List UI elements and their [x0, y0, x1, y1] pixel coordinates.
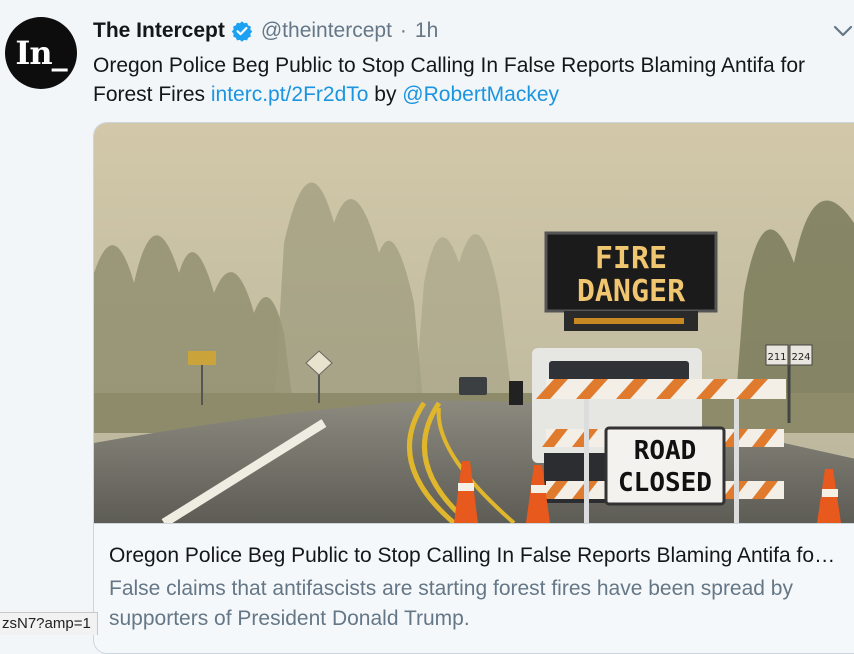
- tweet-header: The Intercept @theintercept · 1h: [93, 16, 438, 46]
- avatar-text: In_: [15, 34, 67, 72]
- card-title: Oregon Police Beg Public to Stop Calling…: [109, 544, 837, 567]
- timestamp[interactable]: 1h: [415, 19, 438, 43]
- card-body: Oregon Police Beg Public to Stop Calling…: [94, 523, 854, 653]
- tweet-text: Oregon Police Beg Public to Stop Calling…: [93, 51, 843, 109]
- display-name[interactable]: The Intercept: [93, 19, 225, 43]
- route-sign-right: 224: [791, 352, 810, 363]
- separator-dot: ·: [399, 19, 407, 42]
- tweet-by: by: [368, 83, 403, 106]
- sign-line-1: FIRE: [595, 241, 667, 276]
- road-sign-line-1: ROAD: [634, 436, 697, 466]
- card-description: False claims that antifascists are start…: [109, 577, 793, 630]
- avatar[interactable]: In_: [5, 17, 77, 89]
- status-bar-url: zsN7?amp=1: [0, 612, 98, 635]
- verified-badge-icon: [231, 21, 253, 42]
- link-card[interactable]: 211 224 FIRE DANGER ROAD CLOSED Oregon P…: [93, 122, 854, 654]
- chevron-down-icon[interactable]: [832, 20, 854, 42]
- card-image: 211 224 FIRE DANGER ROAD CLOSED: [94, 123, 854, 523]
- tweet-link[interactable]: interc.pt/2Fr2dTo: [211, 83, 369, 106]
- route-sign-left: 211: [767, 352, 786, 363]
- handle[interactable]: @theintercept: [261, 19, 392, 43]
- road-sign-line-2: CLOSED: [618, 468, 712, 498]
- sign-line-2: DANGER: [577, 274, 686, 309]
- author-mention[interactable]: @RobertMackey: [402, 83, 559, 106]
